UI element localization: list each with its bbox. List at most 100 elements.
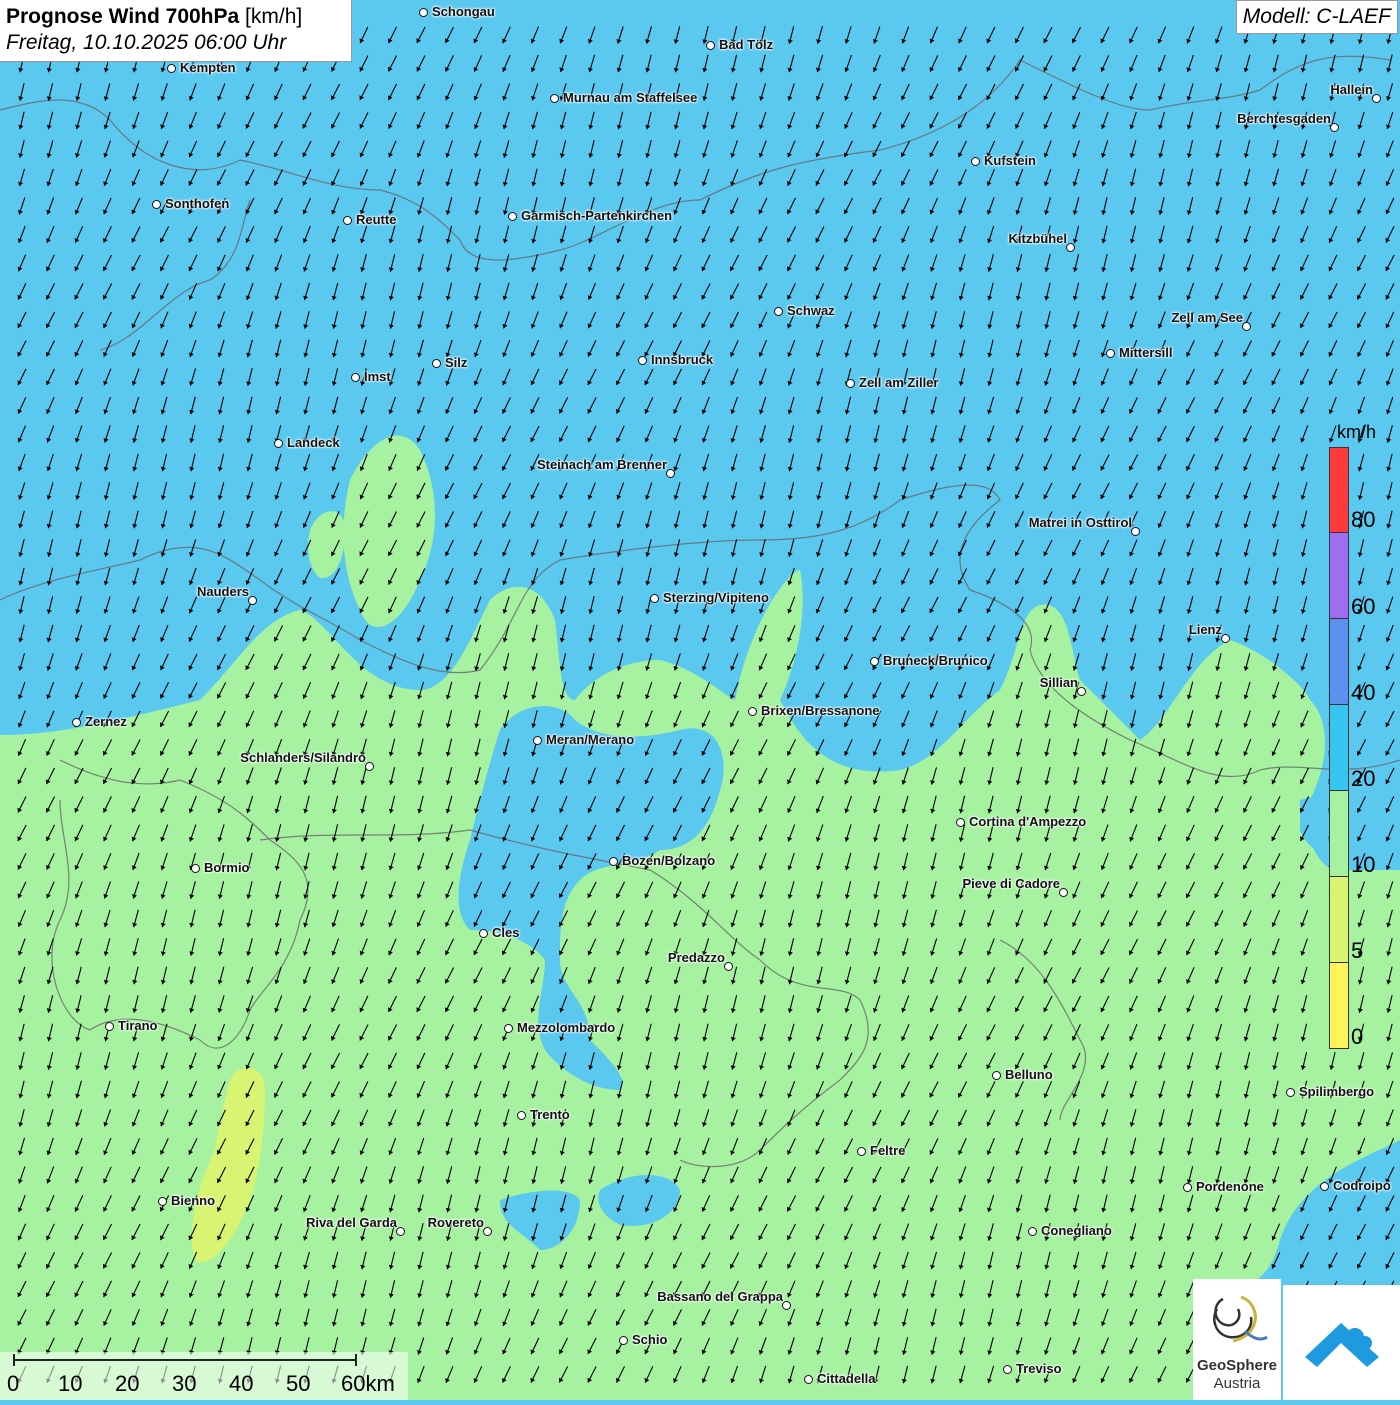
city-marker xyxy=(971,157,980,166)
city-marker xyxy=(782,1301,791,1310)
city-marker xyxy=(365,762,374,771)
legend-label: 60 xyxy=(1351,594,1376,619)
city-label: Bad Tölz xyxy=(719,37,774,52)
city-label: Treviso xyxy=(1016,1361,1062,1376)
city-marker xyxy=(956,818,965,827)
city-label: Predazzo xyxy=(667,950,725,965)
city-label: Meran/Merano xyxy=(546,732,635,747)
city-marker xyxy=(72,718,81,727)
city-label: Pieve di Cadore xyxy=(962,876,1060,891)
city-label: Rovereto xyxy=(427,1215,484,1230)
city-marker xyxy=(1330,123,1339,132)
city-marker xyxy=(158,1197,167,1206)
city-marker xyxy=(248,596,257,605)
city-marker xyxy=(504,1024,513,1033)
city-marker xyxy=(1066,243,1075,252)
city-marker xyxy=(638,356,647,365)
legend-label: 20 xyxy=(1351,766,1376,791)
city-label: Trento xyxy=(530,1107,570,1122)
city-label: Schongau xyxy=(432,4,495,19)
city-marker xyxy=(533,736,542,745)
scale-label-50: 50 xyxy=(286,1371,311,1396)
city-label: Spilimbergo xyxy=(1299,1084,1375,1099)
geosphere-swirl-icon xyxy=(1213,1295,1268,1343)
city-marker xyxy=(1106,349,1115,358)
scale-label-0: 0 xyxy=(7,1371,20,1396)
city-marker xyxy=(724,962,733,971)
city-marker xyxy=(1320,1182,1329,1191)
legend-label: 80 xyxy=(1351,507,1376,532)
legend-label: 10 xyxy=(1351,852,1376,877)
city-marker xyxy=(479,929,488,938)
city-marker xyxy=(105,1022,114,1031)
city-label: Sterzing/Vipiteno xyxy=(663,590,769,605)
city-label: Bruneck/Brunico xyxy=(883,653,988,668)
scale-bar: 0 10 20 30 40 50 60km xyxy=(0,1352,408,1400)
city-marker xyxy=(167,64,176,73)
warn-app-logo[interactable] xyxy=(1283,1285,1400,1400)
city-marker xyxy=(666,469,675,478)
city-marker xyxy=(432,359,441,368)
city-marker xyxy=(774,307,783,316)
city-label: Zernez xyxy=(85,714,127,729)
city-label: Brixen/Bressanone xyxy=(761,703,880,718)
city-label: Belluno xyxy=(1005,1067,1053,1082)
legend-unit: km/h xyxy=(1337,422,1377,442)
model-label: Modell: C-LAEF xyxy=(1235,0,1398,34)
city-label: Mezzolombardo xyxy=(517,1020,616,1035)
city-label: Cittadella xyxy=(817,1371,876,1386)
city-marker xyxy=(846,379,855,388)
city-label: Conegliano xyxy=(1041,1223,1112,1238)
city-label: Bassano del Grappa xyxy=(657,1289,783,1304)
city-label: Reutte xyxy=(356,212,397,227)
city-marker xyxy=(483,1227,492,1236)
city-label: Zell am Ziller xyxy=(859,375,939,390)
scale-label-10: 10 xyxy=(58,1371,83,1396)
cloud-arrow-icon xyxy=(1305,1323,1379,1367)
city-label: Schio xyxy=(632,1332,668,1347)
city-label: Lienz xyxy=(1188,622,1222,637)
city-label: Berchtesgaden xyxy=(1237,111,1331,126)
legend-swatch xyxy=(1329,533,1349,619)
city-label: Hallein xyxy=(1330,82,1373,97)
color-legend: km/h 80 60 40 20 10 5 0 xyxy=(1329,422,1387,1050)
city-label: Silz xyxy=(445,355,468,370)
geosphere-logo-line1: GeoSphere xyxy=(1196,1357,1278,1374)
city-label: Bormio xyxy=(204,860,250,875)
city-marker xyxy=(1059,888,1068,897)
city-marker xyxy=(1242,322,1251,331)
city-marker xyxy=(706,41,715,50)
map-title-unit: [km/h] xyxy=(245,5,303,28)
city-label: Tirano xyxy=(118,1018,158,1033)
city-label: Sillian xyxy=(1039,675,1078,690)
map-title: Prognose Wind 700hPa [km/h] xyxy=(6,5,303,28)
city-marker xyxy=(274,439,283,448)
city-marker xyxy=(650,594,659,603)
city-marker xyxy=(550,94,559,103)
city-label: Landeck xyxy=(287,435,340,450)
city-label: Innsbruck xyxy=(651,352,714,367)
city-label: Pordenone xyxy=(1196,1179,1264,1194)
geosphere-logo[interactable]: GeoSphere Austria xyxy=(1193,1279,1281,1400)
forecast-datetime: Freitag, 10.10.2025 06:00 Uhr xyxy=(6,31,287,54)
legend-label: 0 xyxy=(1351,1024,1364,1049)
city-label: Matrei in Osttirol xyxy=(1028,515,1132,530)
city-marker xyxy=(191,864,200,873)
title-box: Prognose Wind 700hPa [km/h] Freitag, 10.… xyxy=(0,0,352,62)
city-label: Murnau am Staffelsee xyxy=(563,90,698,105)
city-label: Schwaz xyxy=(787,303,835,318)
city-marker xyxy=(992,1071,1001,1080)
city-label: Schlanders/Silandro xyxy=(240,750,366,765)
city-label: Codroipo xyxy=(1333,1178,1391,1193)
legend-swatch xyxy=(1329,877,1349,963)
city-marker xyxy=(804,1375,813,1384)
legend-swatch xyxy=(1329,705,1349,791)
city-label: Cles xyxy=(492,925,520,940)
city-marker xyxy=(609,857,618,866)
legend-swatch xyxy=(1329,619,1349,705)
city-marker xyxy=(748,707,757,716)
city-label: Imst xyxy=(364,369,391,384)
city-label: Cortina d'Ampezzo xyxy=(969,814,1087,829)
city-marker xyxy=(152,200,161,209)
city-marker xyxy=(419,8,428,17)
